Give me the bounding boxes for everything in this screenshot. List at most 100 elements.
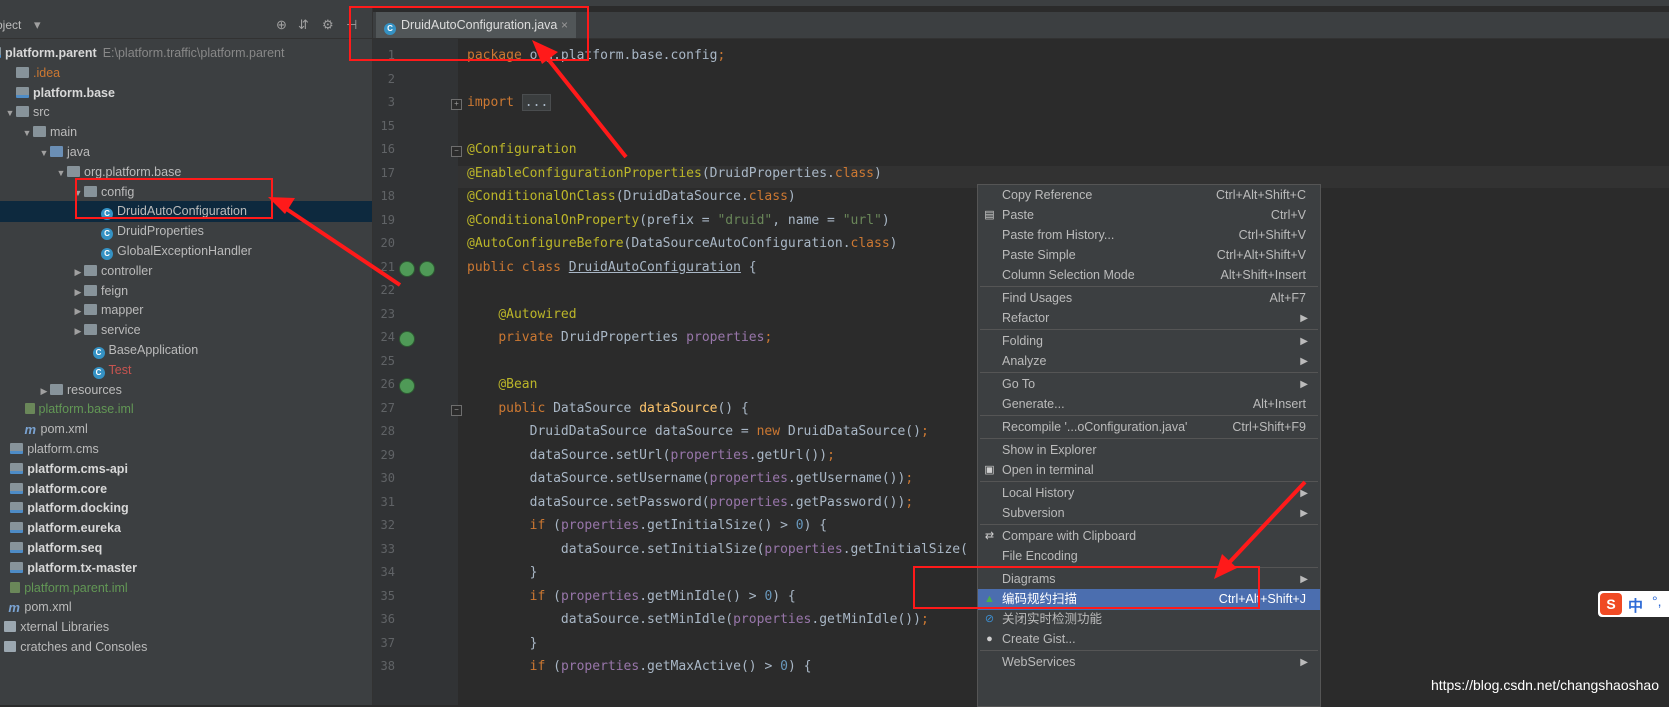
tree-item[interactable]: platform.base.iml — [0, 399, 372, 420]
code-line[interactable]: public DataSource dataSource() { — [467, 399, 748, 419]
tree-item-label: DruidProperties — [117, 224, 204, 239]
fold-toggle-icon[interactable]: + — [451, 99, 462, 110]
tree-item[interactable]: C Test — [0, 360, 372, 381]
gear-icon[interactable]: ⚙ — [322, 17, 334, 33]
code-line[interactable]: dataSource.setInitialSize(properties.get… — [467, 540, 968, 560]
tree-item[interactable]: C DruidProperties — [0, 221, 372, 242]
code-line[interactable]: @EnableConfigurationProperties(DruidProp… — [467, 164, 882, 184]
code-line[interactable]: @Configuration — [467, 140, 577, 160]
code-line[interactable]: @ConditionalOnProperty(prefix = "druid",… — [467, 211, 890, 231]
code-line[interactable]: DruidDataSource dataSource = new DruidDa… — [467, 422, 929, 442]
locate-icon[interactable]: ⊕ — [276, 17, 287, 33]
ime-toolbar[interactable]: S 中 °, — [1598, 591, 1669, 617]
menu-item-label: Paste Simple — [1002, 248, 1076, 262]
menu-item[interactable]: ● Create Gist... — [978, 629, 1320, 650]
tree-item[interactable]: platform.eureka — [0, 518, 372, 539]
menu-item[interactable]: ▤ Paste Ctrl+V — [978, 205, 1320, 226]
spring-bean-icon[interactable] — [399, 260, 415, 277]
code-line[interactable]: dataSource.setMinIdle(properties.getMinI… — [467, 610, 929, 630]
tree-item-path: E:\platform.traffic\platform.parent — [102, 46, 285, 60]
tree-item[interactable]: platform.cms-api — [0, 459, 372, 480]
menu-item[interactable]: Generate... Alt+Insert — [978, 394, 1320, 415]
tree-item[interactable]: platform.parent E:\platform.traffic\platf… — [0, 43, 372, 64]
tree-item[interactable]: ▼ java — [0, 142, 372, 163]
tree-item[interactable]: cratches and Consoles — [0, 637, 372, 658]
menu-item[interactable]: WebServices ▶ — [978, 652, 1320, 673]
code-line[interactable]: private DruidProperties properties; — [467, 328, 772, 348]
menu-item[interactable]: Column Selection Mode Alt+Shift+Insert — [978, 265, 1320, 286]
code-line[interactable]: } — [467, 634, 538, 654]
code-line[interactable]: } — [467, 563, 538, 583]
tree-item[interactable]: ▶ feign — [0, 281, 372, 302]
code-token: properties — [686, 330, 765, 345]
code-token: public class — [467, 259, 561, 275]
class-icon: C — [92, 366, 105, 379]
code-line[interactable]: @ConditionalOnClass(DruidDataSource.clas… — [467, 187, 796, 207]
ime-mode-label[interactable]: 中 — [1628, 595, 1643, 616]
menu-item[interactable]: ⊘ 关闭实时检测功能 — [978, 609, 1320, 630]
spring-bean-icon[interactable] — [399, 331, 415, 347]
code-line[interactable]: if (properties.getMinIdle() > 0) { — [467, 587, 796, 607]
tree-item[interactable]: xternal Libraries — [0, 617, 372, 638]
spring-bean-icon[interactable] — [419, 260, 435, 277]
folder-icon — [67, 165, 80, 177]
menu-item[interactable]: Paste Simple Ctrl+Alt+Shift+V — [978, 245, 1320, 266]
code-line[interactable]: dataSource.setPassword(properties.getPas… — [467, 493, 914, 513]
code-line[interactable]: @Autowired — [467, 305, 576, 325]
tree-item[interactable]: platform.seq — [0, 538, 372, 559]
tree-item[interactable]: platform.docking — [0, 498, 372, 519]
code-line[interactable]: dataSource.setUrl(properties.getUrl()); — [467, 446, 835, 466]
menu-item-label: Open in terminal — [1002, 463, 1094, 477]
line-number: 26 — [380, 377, 395, 391]
menu-item[interactable]: Paste from History... Ctrl+Shift+V — [978, 225, 1320, 246]
menu-item[interactable]: Show in Explorer — [978, 440, 1320, 461]
code-line[interactable]: if (properties.getMaxActive() > 0) { — [467, 657, 812, 677]
menu-item[interactable]: Folding ▶ — [978, 331, 1320, 352]
menu-item[interactable]: Find Usages Alt+F7 — [978, 288, 1320, 309]
tree-item-label: platform.cms — [27, 442, 99, 456]
tree-item[interactable]: C BaseApplication — [0, 340, 372, 361]
tree-item[interactable]: ▶ controller — [0, 261, 372, 282]
tree-item[interactable]: C GlobalExceptionHandler — [0, 241, 372, 262]
menu-item[interactable]: ⇄ Compare with Clipboard — [978, 526, 1320, 547]
tree-item[interactable]: platform.core — [0, 479, 372, 500]
code-token: "url" — [842, 212, 882, 228]
code-line[interactable]: @AutoConfigureBefore(DataSourceAutoConfi… — [467, 234, 898, 254]
tree-item[interactable]: platform.tx-master — [0, 558, 372, 579]
tree-item[interactable]: platform.base — [0, 83, 372, 104]
menu-item[interactable]: Copy Reference Ctrl+Alt+Shift+C — [978, 185, 1320, 206]
code-line[interactable]: dataSource.setUsername(properties.getUse… — [467, 469, 914, 489]
ime-punct-label[interactable]: °, — [1652, 593, 1662, 609]
tree-item[interactable]: platform.parent.iml — [0, 578, 372, 599]
menu-item[interactable]: Refactor ▶ — [978, 308, 1320, 329]
tree-item[interactable]: platform.cms — [0, 439, 372, 460]
tree-item[interactable]: ▶ mapper — [0, 300, 372, 321]
line-number: 17 — [380, 165, 395, 180]
tree-item[interactable]: m pom.xml — [0, 419, 372, 440]
tree-item[interactable]: .idea — [0, 63, 372, 84]
project-title[interactable]: oject — [0, 18, 21, 32]
menu-item[interactable]: Recompile '...oConfiguration.java' Ctrl+S… — [978, 417, 1320, 438]
tree-item[interactable]: ▼ main — [0, 122, 372, 143]
menu-item[interactable]: ▣ Open in terminal — [978, 460, 1320, 481]
tree-item-label: platform.tx-master — [27, 560, 137, 575]
menu-item[interactable]: Local History ▶ — [978, 483, 1320, 504]
tree-item[interactable]: ▼ src — [0, 102, 372, 123]
menu-item-label: Compare with Clipboard — [1002, 529, 1137, 543]
menu-item[interactable]: Subversion ▶ — [978, 503, 1320, 524]
tree-item[interactable]: ▶ service — [0, 320, 372, 341]
spring-bean-icon[interactable] — [399, 378, 415, 394]
code-line[interactable]: @Bean — [467, 375, 537, 395]
fold-toggle-icon[interactable]: − — [451, 404, 462, 416]
code-line[interactable]: if (properties.getInitialSize() > 0) { — [467, 516, 827, 536]
menu-item[interactable]: File Encoding — [978, 546, 1320, 567]
menu-item[interactable]: Go To ▶ — [978, 374, 1320, 395]
fold-toggle-icon[interactable]: − — [451, 146, 462, 157]
code-line[interactable]: public class DruidAutoConfiguration { — [467, 258, 757, 278]
tree-item[interactable]: ▶ resources — [0, 380, 372, 401]
code-line[interactable]: import ... — [467, 93, 552, 113]
collapse-icon[interactable]: ⇵ — [298, 17, 309, 33]
menu-item[interactable]: Analyze ▶ — [978, 351, 1320, 372]
chevron-down-icon[interactable]: ▾ — [34, 17, 41, 33]
tree-item[interactable]: m pom.xml — [0, 597, 372, 618]
